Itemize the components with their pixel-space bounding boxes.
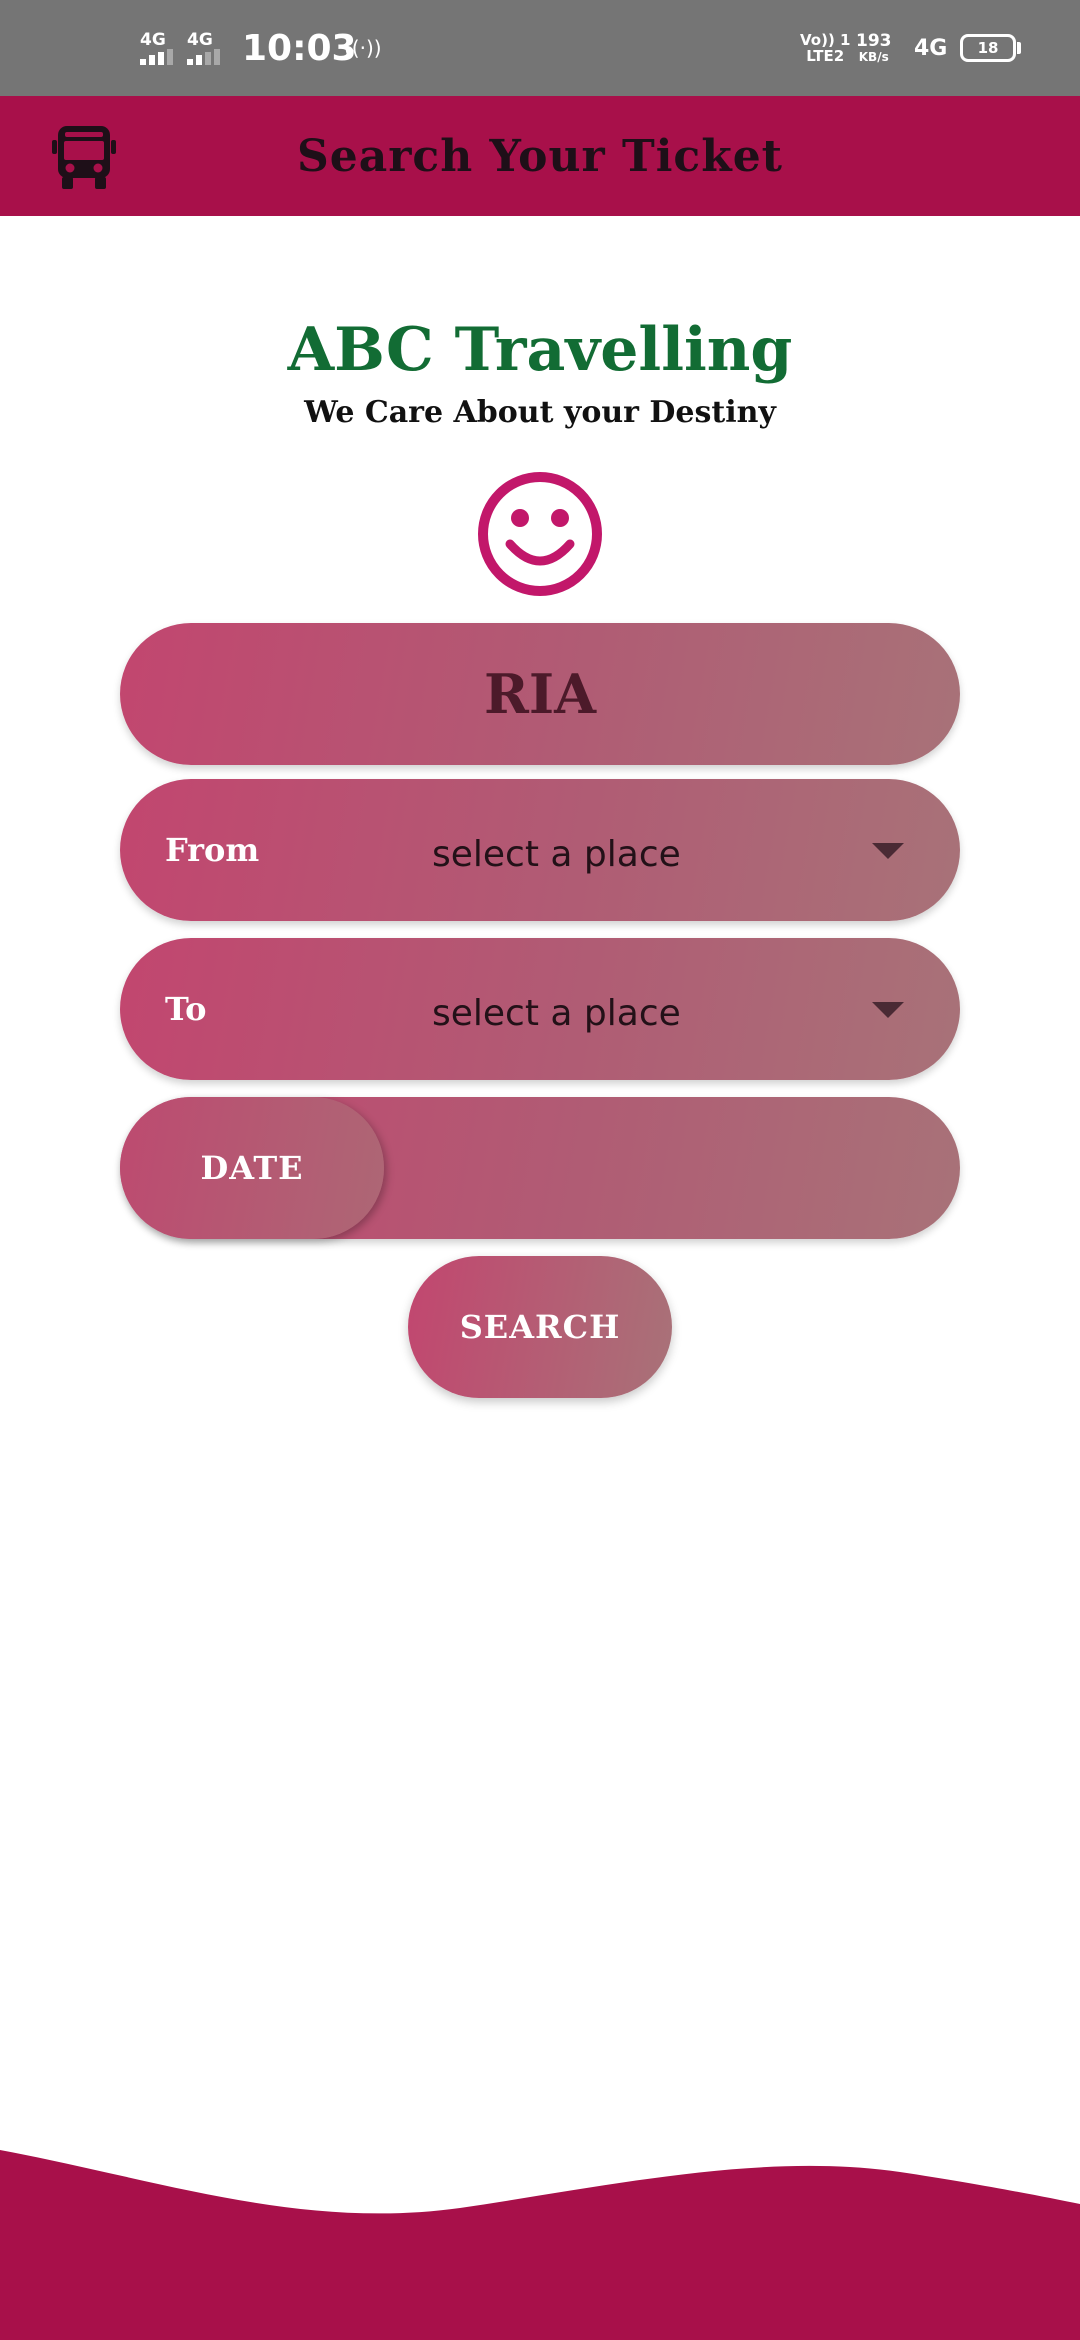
screen: 4G 4G 10:03 ((·)) Vo)) 1 LTE2 193 KB/s 4… [0, 0, 1080, 2340]
from-selected-value[interactable]: select a place [432, 783, 681, 925]
signal-indicators: 4G 4G [140, 0, 220, 96]
volte-label-top: Vo)) 1 [800, 31, 851, 49]
sim1-signal-icon [140, 49, 173, 65]
from-dropdown[interactable]: From select a place [120, 779, 960, 921]
search-button[interactable]: SEARCH [408, 1256, 672, 1398]
bus-icon[interactable] [52, 122, 116, 190]
battery-icon: 18 [960, 0, 1021, 96]
sim1-signal: 4G [140, 31, 173, 65]
hotspot-icon: ((·)) [344, 36, 382, 60]
status-time: 10:03 [242, 27, 357, 69]
sim2-signal-icon [187, 49, 220, 65]
from-label: From [165, 831, 260, 869]
date-picker-button[interactable]: DATE [120, 1097, 384, 1239]
brand-tagline: We Care About your Destiny [304, 395, 776, 430]
app-bar: Search Your Ticket [0, 96, 1080, 216]
sim2-label: 4G [187, 30, 213, 50]
user-name-text: RIA [483, 662, 597, 726]
sim1-label: 4G [140, 30, 166, 50]
speed-unit: KB/s [858, 50, 889, 64]
volte-indicator: Vo)) 1 LTE2 [800, 0, 850, 96]
battery-level: 18 [960, 34, 1016, 62]
to-label: To [165, 990, 207, 1028]
to-dropdown[interactable]: To select a place [120, 938, 960, 1080]
brand-name: ABC Travelling [287, 315, 793, 385]
status-bar: 4G 4G 10:03 ((·)) Vo)) 1 LTE2 193 KB/s 4… [0, 0, 1080, 96]
network-speed: 193 KB/s [856, 0, 892, 96]
date-field[interactable]: DATE [120, 1097, 960, 1239]
to-selected-value[interactable]: select a place [432, 942, 681, 1084]
speed-value: 193 [856, 31, 892, 51]
from-dropdown-arrow-icon[interactable] [872, 843, 904, 859]
to-dropdown-arrow-icon[interactable] [872, 1002, 904, 1018]
sim2-signal: 4G [187, 31, 220, 65]
user-name-field[interactable]: RIA [120, 623, 960, 765]
volte-label-bottom: LTE2 [806, 47, 845, 65]
smiley-icon [478, 472, 602, 596]
bottom-wave-decoration [0, 2150, 1080, 2340]
network-type: 4G [914, 35, 948, 61]
app-bar-title: Search Your Ticket [296, 130, 784, 182]
